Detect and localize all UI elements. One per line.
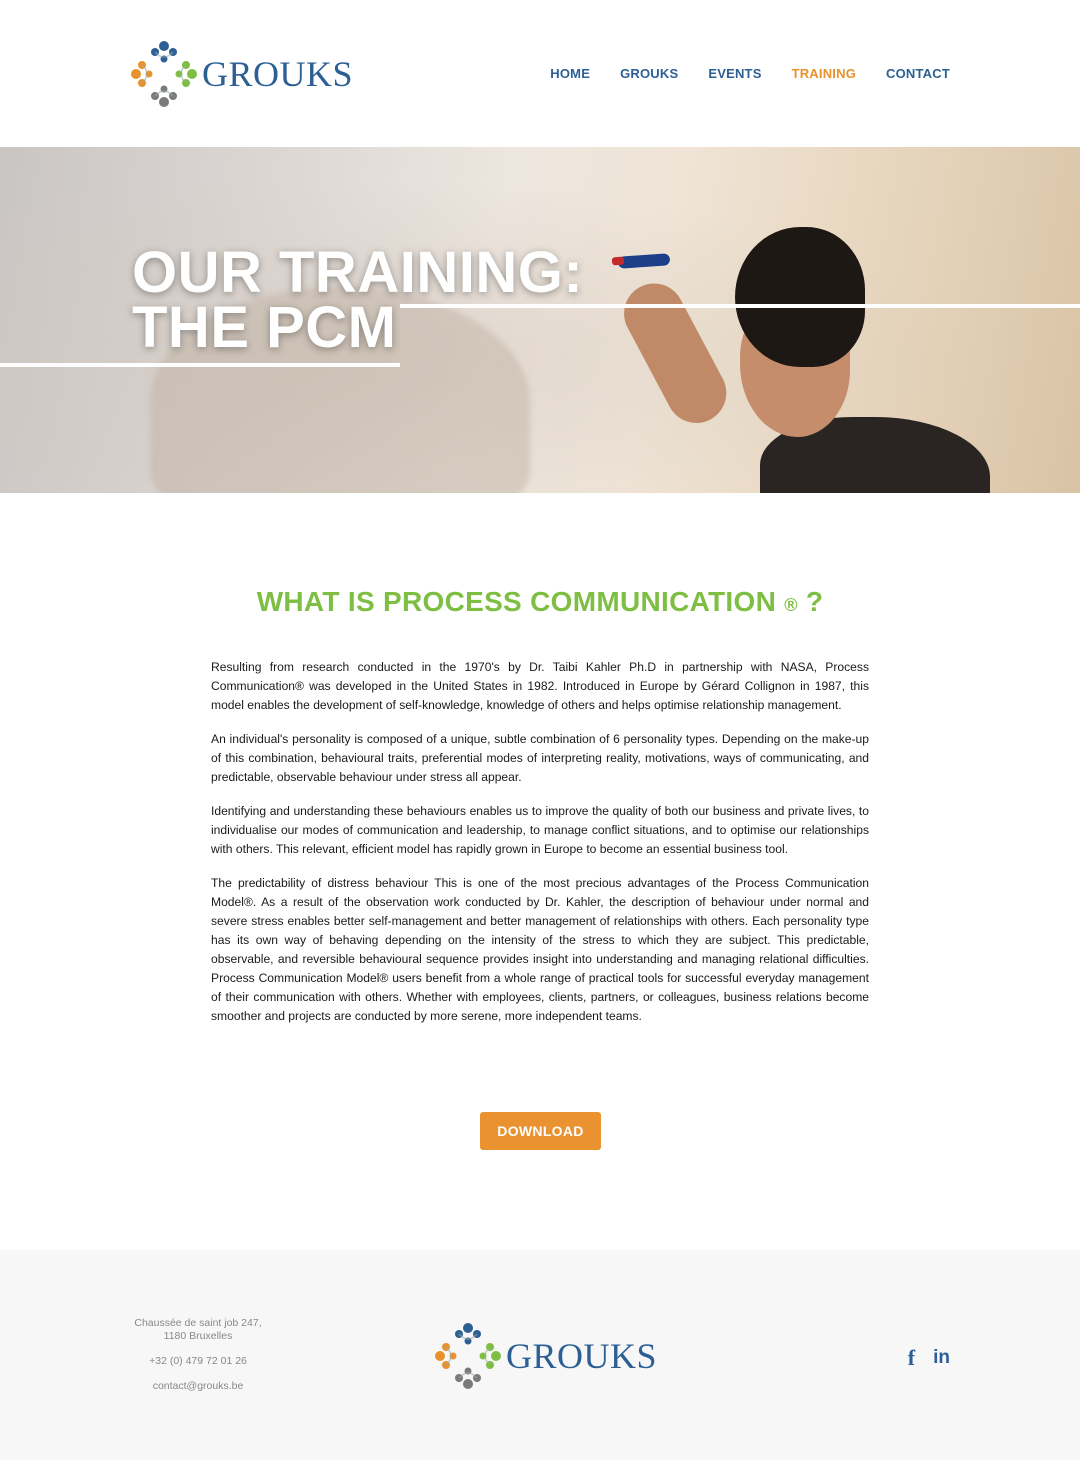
nav-events[interactable]: EVENTS xyxy=(708,66,761,81)
site-logo[interactable]: GROUKS xyxy=(130,40,353,108)
grouks-logo-icon xyxy=(131,41,197,107)
section-heading: WHAT IS PROCESS COMMUNICATION ® ? xyxy=(0,586,1080,618)
grouks-logo-icon xyxy=(435,1323,501,1389)
linkedin-icon[interactable]: in xyxy=(933,1347,950,1369)
hero-banner: OUR TRAINING: THE PCM xyxy=(0,147,1080,493)
article-body: Resulting from research conducted in the… xyxy=(211,658,869,1041)
nav-training[interactable]: TRAINING xyxy=(792,66,856,81)
footer-phone[interactable]: +32 (0) 479 72 01 26 xyxy=(98,1355,298,1368)
site-footer: Chaussée de saint job 247, 1180 Bruxelle… xyxy=(0,1250,1080,1460)
nav-grouks[interactable]: GROUKS xyxy=(620,66,678,81)
footer-contact-info: Chaussée de saint job 247, 1180 Bruxelle… xyxy=(98,1317,298,1393)
person-hair-image xyxy=(735,227,865,367)
footer-address-line2: 1180 Bruxelles xyxy=(163,1330,233,1342)
paragraph-4: The predictability of distress behaviour… xyxy=(211,876,869,1023)
hero-title-line1: OUR TRAINING: xyxy=(132,240,584,305)
facebook-icon[interactable]: f xyxy=(908,1345,915,1371)
social-links: f in xyxy=(908,1345,950,1371)
nav-contact[interactable]: CONTACT xyxy=(886,66,950,81)
paragraph-2: An individual's personality is composed … xyxy=(211,732,869,784)
hero-title-line2: THE PCM xyxy=(132,295,397,360)
hero-title: OUR TRAINING: THE PCM xyxy=(132,240,584,360)
main-nav: HOME GROUKS EVENTS TRAINING CONTACT xyxy=(550,66,950,81)
hero-rule-left xyxy=(0,363,400,367)
logo-wordmark: GROUKS xyxy=(202,54,354,94)
paragraph-3: Identifying and understanding these beha… xyxy=(211,804,869,856)
marker-cap-image xyxy=(611,256,625,266)
footer-email[interactable]: contact@grouks.be xyxy=(98,1380,298,1393)
section-heading-registered: ® xyxy=(784,595,798,615)
footer-address-line1: Chaussée de saint job 247, xyxy=(134,1317,262,1329)
paragraph-1: Resulting from research conducted in the… xyxy=(211,660,869,712)
nav-home[interactable]: HOME xyxy=(550,66,590,81)
section-heading-text: WHAT IS PROCESS COMMUNICATION xyxy=(256,586,777,617)
section-heading-question: ? xyxy=(805,586,824,617)
footer-logo[interactable]: GROUKS xyxy=(434,1322,657,1390)
download-button[interactable]: DOWNLOAD xyxy=(480,1112,601,1150)
site-header: GROUKS HOME GROUKS EVENTS TRAINING CONTA… xyxy=(0,0,1080,147)
footer-logo-wordmark: GROUKS xyxy=(506,1336,658,1376)
